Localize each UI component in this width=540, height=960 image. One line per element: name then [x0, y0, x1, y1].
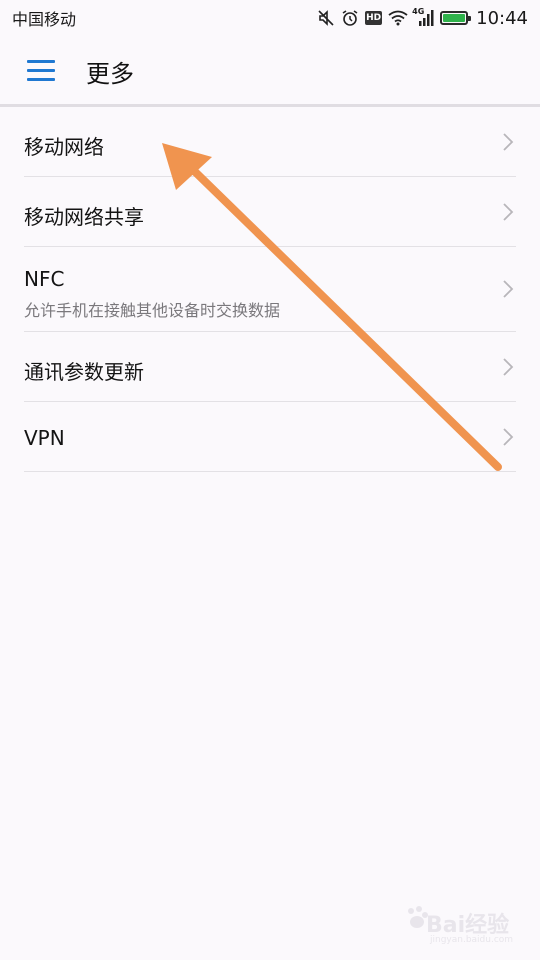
- status-bar: 中国移动 HD 4G 10:44: [0, 0, 540, 36]
- page-title: 更多: [86, 60, 134, 88]
- network-type-label: 4G: [412, 7, 425, 16]
- watermark-url: jingyan.baidu.com: [430, 935, 514, 945]
- settings-list: 移动网络 移动网络共享 NFC 允许手机在接触其他设备时交换数据 通讯参数更新 …: [0, 107, 540, 472]
- chevron-right-icon: [503, 280, 514, 298]
- list-item-label: VPN: [24, 426, 65, 450]
- carrier-name: 中国移动: [12, 10, 77, 29]
- cell-signal: 4G: [412, 7, 434, 26]
- list-item-label: 移动网络共享: [24, 205, 144, 229]
- alarm-icon: [342, 10, 358, 26]
- list-item-label: NFC: [24, 267, 65, 291]
- baidu-watermark: Bai经验 jingyan.baidu.com: [404, 905, 514, 949]
- list-item-vpn[interactable]: VPN: [24, 402, 516, 472]
- chevron-right-icon: [503, 358, 514, 376]
- list-item-tethering[interactable]: 移动网络共享: [24, 177, 516, 247]
- chevron-right-icon: [503, 203, 514, 221]
- hamburger-menu-icon[interactable]: [27, 60, 55, 82]
- app-bar: 更多: [0, 36, 540, 104]
- list-item-mobile-network[interactable]: 移动网络: [24, 107, 516, 177]
- chevron-right-icon: [503, 133, 514, 151]
- status-icons: HD 4G 10:44: [317, 7, 528, 29]
- status-time: 10:44: [476, 7, 528, 29]
- list-item-description: 允许手机在接触其他设备时交换数据: [24, 301, 281, 320]
- battery-icon: [440, 11, 472, 25]
- list-item-label: 通讯参数更新: [24, 360, 144, 384]
- list-item-carrier-params-update[interactable]: 通讯参数更新: [24, 332, 516, 402]
- hd-badge: HD: [365, 11, 383, 25]
- wifi-icon: [388, 10, 408, 26]
- list-item-label: 移动网络: [24, 135, 104, 159]
- chevron-right-icon: [503, 428, 514, 446]
- mute-icon: [318, 10, 334, 26]
- list-item-nfc[interactable]: NFC 允许手机在接触其他设备时交换数据: [24, 247, 516, 332]
